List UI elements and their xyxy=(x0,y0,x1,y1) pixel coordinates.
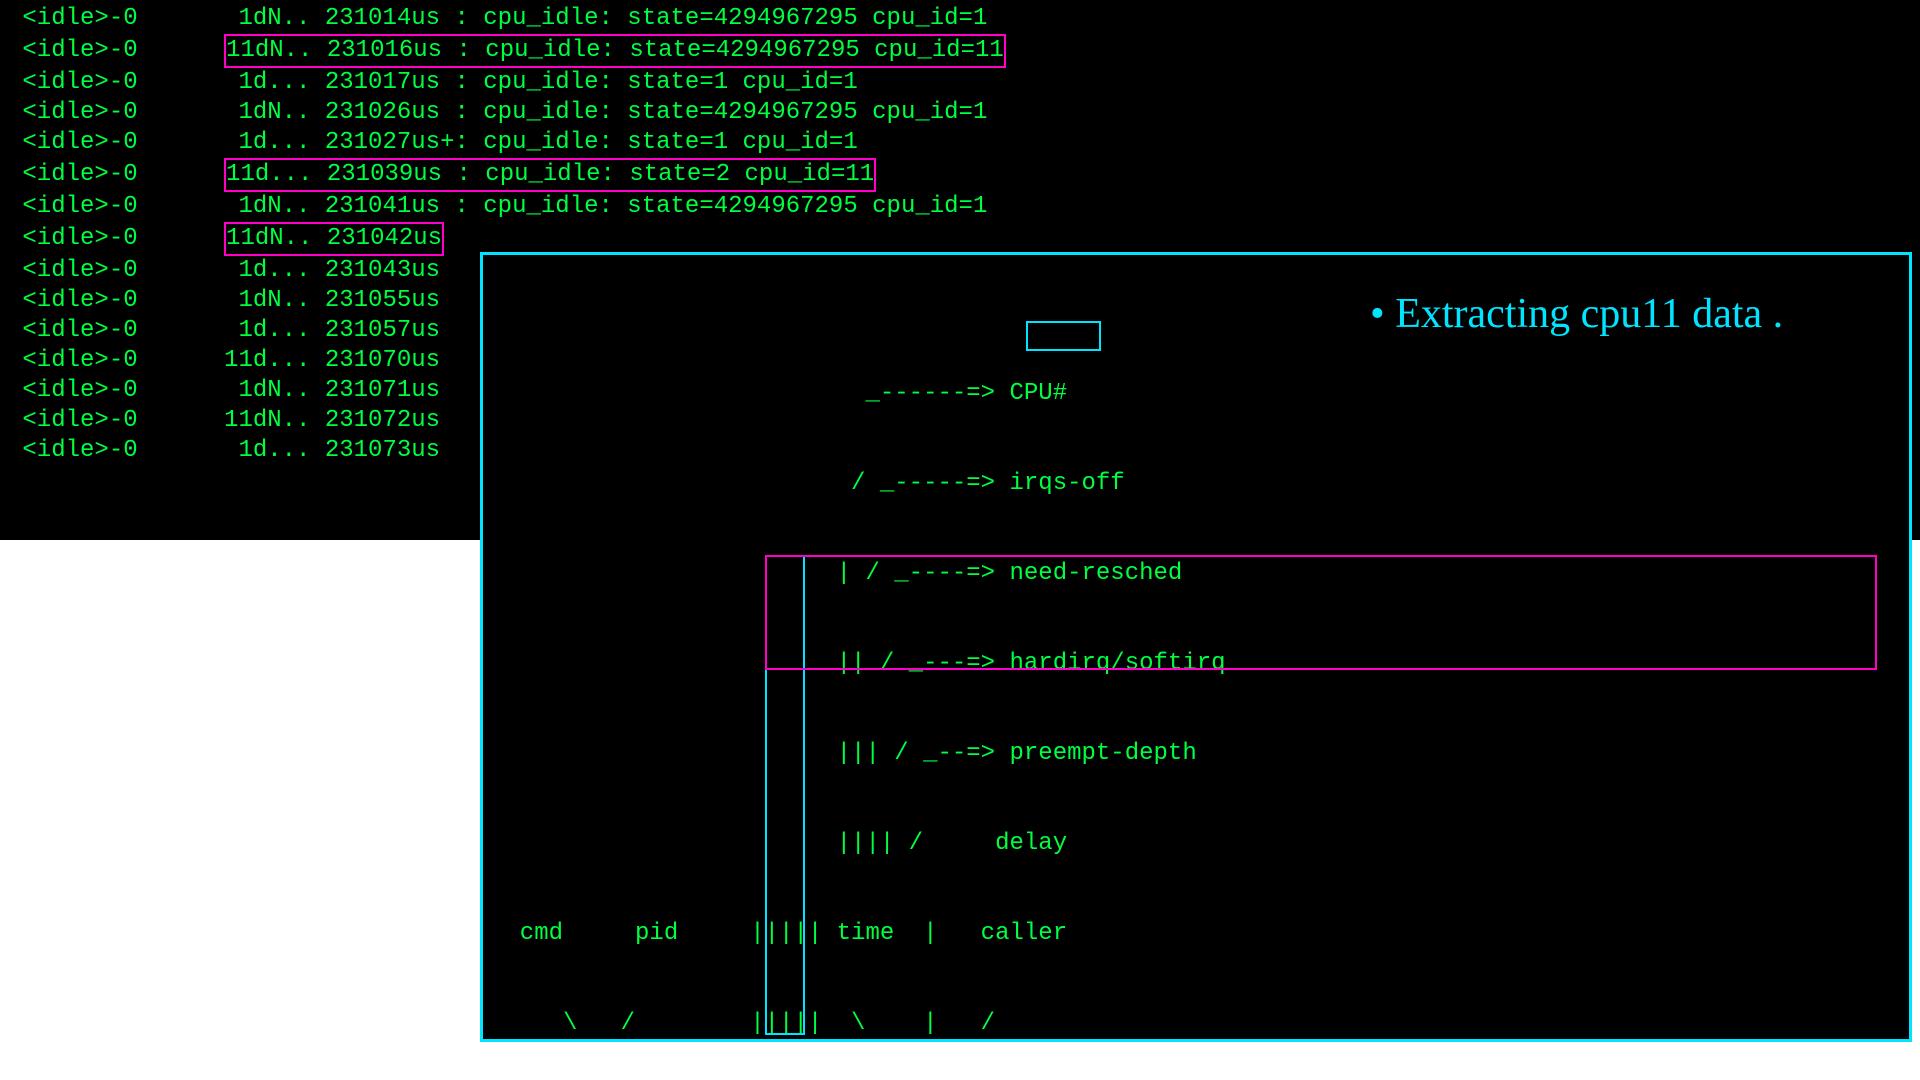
trace-line: <idle>-0 11d... 231039us : cpu_idle: sta… xyxy=(8,158,1912,192)
first-three-rows-highlight xyxy=(765,555,1877,670)
foreground-terminal: _------=> CPU# / _-----=> irqs-off | / _… xyxy=(480,252,1912,1042)
trace-header: _------=> CPU# / _-----=> irqs-off | / _… xyxy=(491,319,1901,1042)
cpu-column-highlight xyxy=(1026,321,1101,351)
trace-line: <idle>-0 11dN.. 231042us xyxy=(8,222,1912,256)
highlighted-trace-segment: 11dN.. 231016us : cpu_idle: state=429496… xyxy=(224,34,1006,68)
trace-line: <idle>-0 1dN.. 231014us : cpu_idle: stat… xyxy=(8,4,1912,34)
header-line: \ / ||||| \ | / xyxy=(491,1009,1901,1039)
trace-line: <idle>-0 1d... 231027us+: cpu_idle: stat… xyxy=(8,128,1912,158)
white-background-area xyxy=(0,540,480,1080)
highlighted-trace-segment: 11dN.. 231042us xyxy=(224,222,444,256)
trace-line: <idle>-0 1d... 231017us : cpu_idle: stat… xyxy=(8,68,1912,98)
header-line: cmd pid ||||| time | caller xyxy=(491,919,1901,949)
header-line: ||| / _--=> preempt-depth xyxy=(491,739,1901,769)
trace-line: <idle>-0 1dN.. 231041us : cpu_idle: stat… xyxy=(8,192,1912,222)
header-line: |||| / delay xyxy=(491,829,1901,859)
header-line: / _-----=> irqs-off xyxy=(491,469,1901,499)
highlighted-trace-segment: 11d... 231039us : cpu_idle: state=2 cpu_… xyxy=(224,158,876,192)
header-line: _------=> CPU# xyxy=(491,379,1901,409)
trace-line: <idle>-0 1dN.. 231026us : cpu_idle: stat… xyxy=(8,98,1912,128)
trace-line: <idle>-0 11dN.. 231016us : cpu_idle: sta… xyxy=(8,34,1912,68)
